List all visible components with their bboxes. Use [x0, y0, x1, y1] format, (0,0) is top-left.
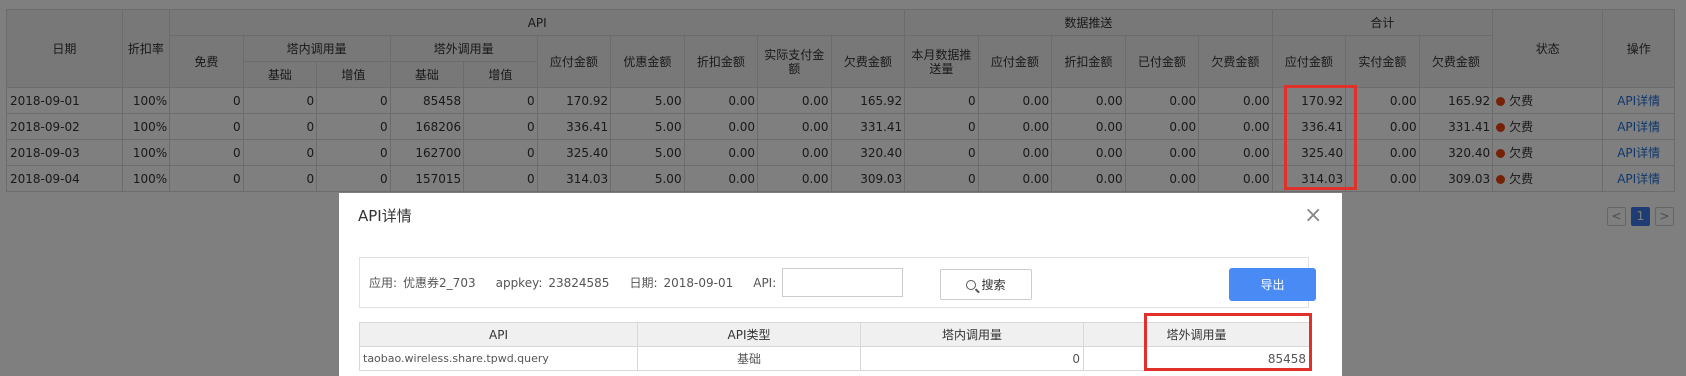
- date-label: 日期:: [629, 276, 658, 290]
- search-button[interactable]: 搜索: [940, 269, 1032, 300]
- search-button-label: 搜索: [981, 278, 1006, 292]
- detail-cell-type: 基础: [637, 346, 861, 371]
- detail-header-1: API类型: [637, 322, 861, 347]
- detail-cell-inner: 0: [860, 346, 1084, 371]
- app-value: 优惠券2_703: [403, 276, 476, 290]
- api-search-input[interactable]: [782, 268, 904, 297]
- app-label: 应用:: [369, 276, 398, 290]
- api-label: API:: [753, 275, 777, 290]
- export-button[interactable]: 导出: [1229, 268, 1316, 301]
- api-detail-modal: API详情 × 应用: 优惠券2_703 appkey: 23824585 日期…: [339, 193, 1342, 376]
- filter-bar: 应用: 优惠券2_703 appkey: 23824585 日期: 2018-0…: [359, 257, 1316, 308]
- detail-header-0: API: [359, 322, 638, 347]
- close-icon[interactable]: ×: [1304, 205, 1322, 227]
- highlight-box-total-payable: [1284, 85, 1357, 190]
- date-value: 2018-09-01: [663, 275, 734, 290]
- detail-header-2: 塔内调用量: [860, 322, 1084, 347]
- modal-title: API详情: [358, 207, 412, 225]
- detail-cell-api: taobao.wireless.share.tpwd.query: [359, 346, 638, 371]
- appkey-value: 23824585: [548, 275, 610, 290]
- appkey-label: appkey:: [495, 275, 543, 290]
- highlight-box-outer-calls: [1144, 313, 1312, 371]
- search-icon: [966, 279, 977, 290]
